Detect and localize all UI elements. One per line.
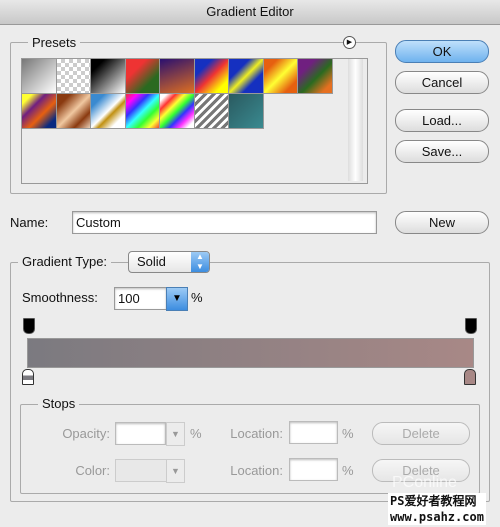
opacity-label: Opacity:	[62, 426, 110, 441]
opacity-stop-left[interactable]	[23, 318, 35, 334]
watermark-faint: PConline	[392, 474, 457, 491]
color-location-input[interactable]	[289, 458, 338, 481]
save-button[interactable]: Save...	[395, 140, 489, 163]
preset-swatch[interactable]	[159, 58, 195, 94]
opacity-dropdown-icon[interactable]: ▼	[166, 422, 185, 446]
stops-label: Stops	[38, 396, 80, 411]
presets-label: Presets	[28, 35, 81, 50]
color-stop-left[interactable]	[22, 369, 34, 385]
watermark: PS爱好者教程网 www.psahz.com	[388, 493, 486, 525]
preset-swatch[interactable]	[55, 58, 92, 94]
watermark-line2: www.psahz.com	[390, 510, 484, 524]
smoothness-input[interactable]: 100	[114, 287, 167, 310]
cancel-button[interactable]: Cancel	[395, 71, 489, 94]
presets-scrollbar[interactable]	[348, 59, 363, 181]
opacity-input[interactable]	[115, 422, 166, 445]
watermark-line1: PS爱好者教程网	[390, 494, 477, 508]
preset-swatch[interactable]	[90, 93, 126, 129]
preset-swatch[interactable]	[193, 58, 230, 94]
color-swatch[interactable]	[115, 459, 167, 482]
preset-swatch[interactable]	[21, 93, 57, 129]
opacity-percent: %	[190, 426, 202, 441]
smoothness-label: Smoothness:	[22, 290, 98, 305]
select-arrows-icon: ▲ ▼	[191, 252, 209, 272]
ok-button[interactable]: OK	[395, 40, 489, 63]
color-label: Color:	[75, 463, 110, 478]
smoothness-dropdown-icon[interactable]: ▼	[166, 287, 188, 311]
opacity-location-percent: %	[342, 426, 354, 441]
title-bar: Gradient Editor	[0, 0, 500, 25]
name-input[interactable]: Custom	[72, 211, 377, 234]
preset-swatch[interactable]	[297, 58, 333, 94]
preset-swatch[interactable]	[228, 93, 264, 129]
name-label: Name:	[10, 215, 49, 230]
opacity-location-input[interactable]	[289, 421, 338, 444]
preset-swatch[interactable]	[21, 58, 57, 94]
color-location-label: Location:	[230, 463, 283, 478]
new-button[interactable]: New	[395, 211, 489, 234]
gradient-preview-bar[interactable]	[27, 338, 474, 368]
presets-grid	[21, 58, 368, 184]
preset-swatch[interactable]	[90, 58, 126, 94]
smoothness-percent: %	[191, 290, 203, 305]
opacity-delete-button[interactable]: Delete	[372, 422, 470, 445]
preset-swatch[interactable]	[55, 93, 92, 129]
preset-swatch[interactable]	[262, 58, 299, 94]
preset-swatch[interactable]	[159, 93, 195, 129]
color-stop-right[interactable]	[464, 369, 476, 385]
opacity-stop-right[interactable]	[465, 318, 477, 334]
color-location-percent: %	[342, 463, 354, 478]
preset-swatch[interactable]	[228, 58, 264, 94]
color-dropdown-icon[interactable]: ▼	[166, 459, 185, 483]
gradient-type-select[interactable]: Solid ▲ ▼	[128, 251, 210, 273]
load-button[interactable]: Load...	[395, 109, 489, 132]
preset-swatch[interactable]	[124, 93, 161, 129]
preset-swatch[interactable]	[124, 58, 161, 94]
gradient-type-label: Gradient Type:	[18, 254, 112, 269]
preset-swatch[interactable]	[193, 93, 230, 129]
presets-menu-icon[interactable]: ▶	[343, 36, 356, 49]
opacity-location-label: Location:	[230, 426, 283, 441]
gradient-type-value: Solid	[137, 254, 166, 269]
